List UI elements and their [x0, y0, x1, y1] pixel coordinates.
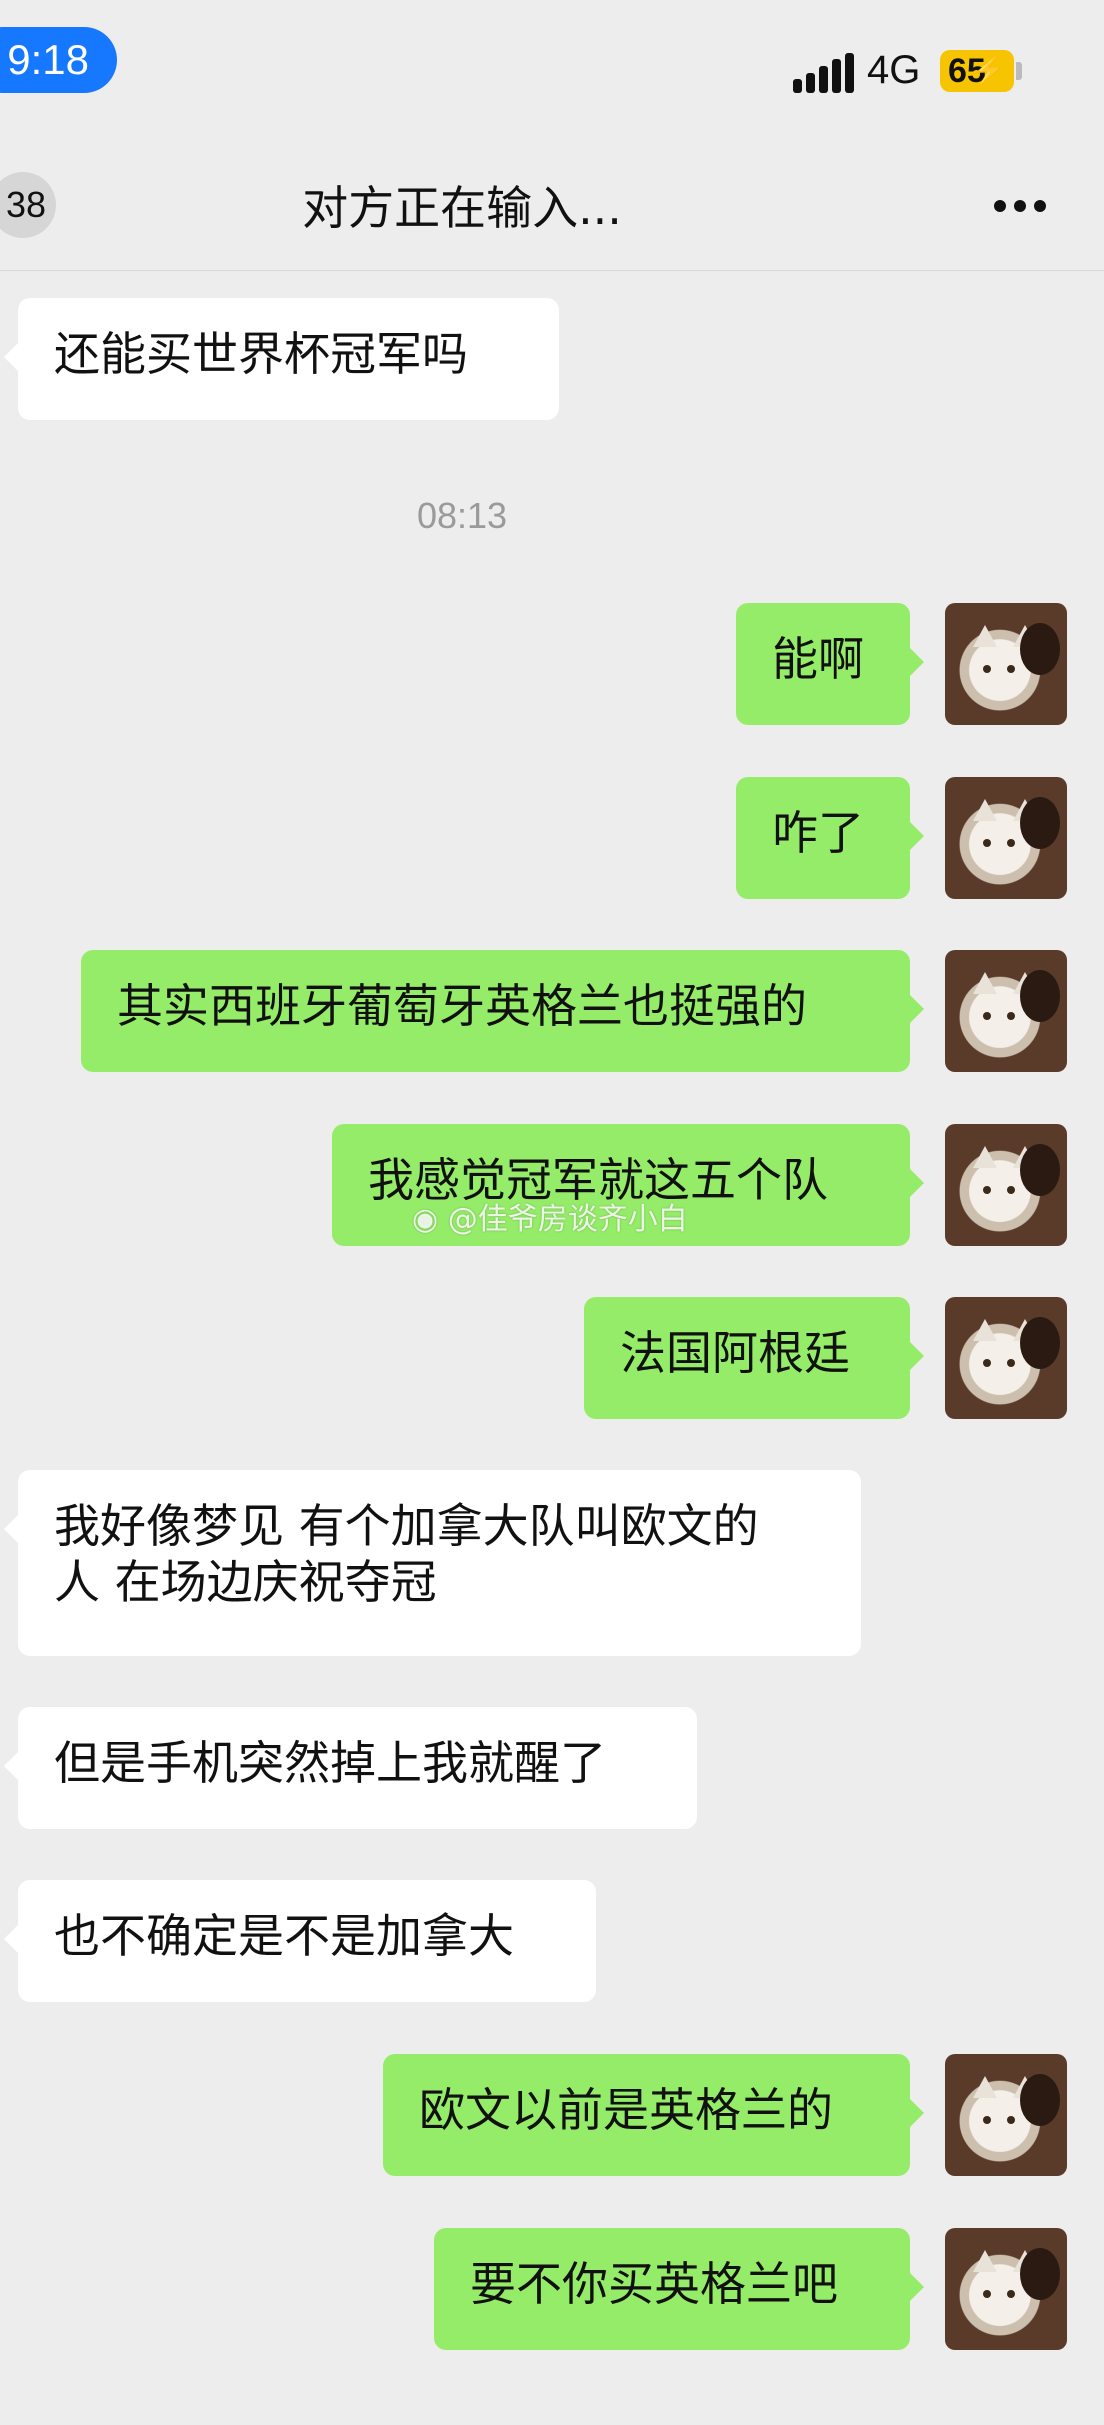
chat-title: 对方正在输入...: [302, 181, 622, 235]
message-bubble[interactable]: 也不确定是不是加拿大: [4, 1880, 596, 2002]
avatar[interactable]: [945, 603, 1067, 725]
avatar[interactable]: [945, 2228, 1067, 2350]
message-bubble[interactable]: 但是手机突然掉上我就醒了: [4, 1707, 697, 1829]
message-bubble[interactable]: 要不你买英格兰吧: [434, 2228, 924, 2350]
avatar[interactable]: [945, 2054, 1067, 2176]
message-line: 人 在场边庆祝夺冠: [54, 1555, 437, 1609]
network-type: 4G: [867, 48, 921, 92]
signal-icon: [793, 53, 854, 93]
status-time: 9:18: [0, 27, 117, 93]
message-bubble[interactable]: 咋了: [736, 777, 924, 899]
charging-icon: ⚡: [971, 55, 1006, 86]
avatar[interactable]: [945, 777, 1067, 899]
avatar[interactable]: [945, 950, 1067, 1072]
message-bubble[interactable]: 我好像梦见 有个加拿大队叫欧文的 人 在场边庆祝夺冠: [4, 1470, 861, 1656]
battery-icon: 65 ⚡: [940, 50, 1014, 92]
message-bubble[interactable]: 欧文以前是英格兰的: [383, 2054, 924, 2176]
message-timestamp: 08:13: [416, 495, 508, 536]
message-line: 我好像梦见 有个加拿大队叫欧文的: [54, 1499, 759, 1553]
watermark-text: @佳爷房谈齐小白: [447, 1202, 688, 1237]
avatar[interactable]: [945, 1297, 1067, 1419]
avatar[interactable]: [945, 1124, 1067, 1246]
chat-header: 38 对方正在输入...: [0, 150, 1104, 271]
weibo-icon: ◉: [412, 1202, 439, 1237]
battery-tip: [1016, 62, 1022, 80]
more-dots-icon[interactable]: [990, 200, 1050, 214]
message-bubble[interactable]: 其实西班牙葡萄牙英格兰也挺强的: [81, 950, 924, 1072]
message-bubble[interactable]: 能啊: [736, 603, 924, 725]
message-bubble[interactable]: 法国阿根廷: [584, 1297, 924, 1419]
status-bar: 9:18 4G 65 ⚡: [0, 0, 1104, 150]
watermark: ◉ @佳爷房谈齐小白: [412, 1194, 688, 1238]
message-bubble[interactable]: 还能买世界杯冠军吗: [4, 298, 559, 420]
